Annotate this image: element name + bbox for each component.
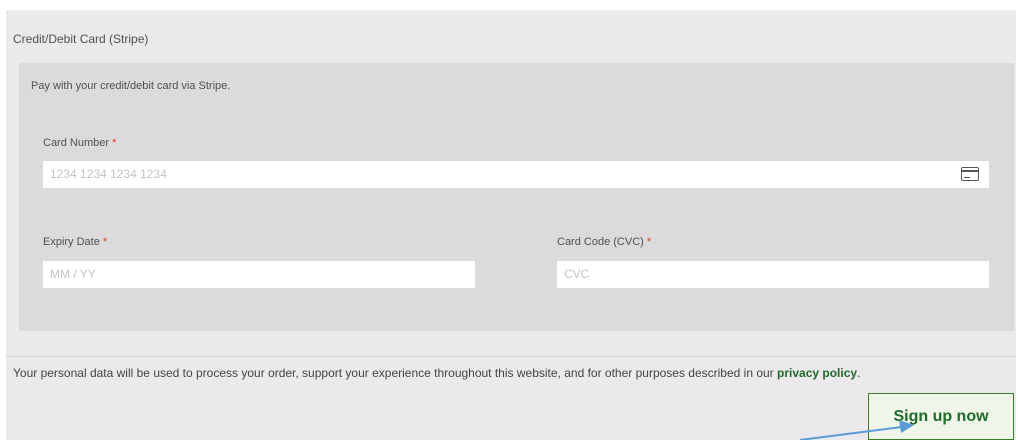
expiry-date-label: Expiry Date * — [43, 236, 107, 248]
privacy-notice-suffix: . — [857, 366, 861, 380]
card-number-placeholder: 1234 1234 1234 1234 — [50, 167, 167, 181]
payment-method-label[interactable]: Credit/Debit Card (Stripe) — [13, 32, 148, 46]
credit-card-icon — [961, 167, 979, 181]
card-number-label: Card Number * — [43, 137, 116, 149]
payment-description: Pay with your credit/debit card via Stri… — [31, 80, 231, 92]
privacy-policy-link[interactable]: privacy policy — [777, 366, 857, 380]
card-number-label-text: Card Number — [43, 137, 110, 149]
required-asterisk: * — [112, 137, 117, 149]
section-divider — [6, 356, 1016, 357]
card-code-placeholder: CVC — [564, 267, 590, 281]
expiry-date-placeholder: MM / YY — [50, 267, 96, 281]
required-asterisk: * — [646, 236, 652, 248]
required-asterisk: * — [102, 236, 108, 248]
card-code-label-text: Card Code (CVC) — [557, 236, 644, 248]
stripe-payment-box: Pay with your credit/debit card via Stri… — [19, 63, 1014, 331]
sign-up-button[interactable]: Sign up now — [868, 393, 1014, 440]
expiry-date-input[interactable]: MM / YY — [43, 261, 475, 288]
privacy-notice-text: Your personal data will be used to proce… — [13, 366, 778, 380]
expiry-date-label-text: Expiry Date — [43, 236, 100, 248]
privacy-notice: Your personal data will be used to proce… — [13, 366, 860, 380]
card-code-input[interactable]: CVC — [557, 261, 989, 288]
card-code-label: Card Code (CVC) * — [557, 236, 651, 248]
card-number-input[interactable]: 1234 1234 1234 1234 — [43, 161, 989, 188]
